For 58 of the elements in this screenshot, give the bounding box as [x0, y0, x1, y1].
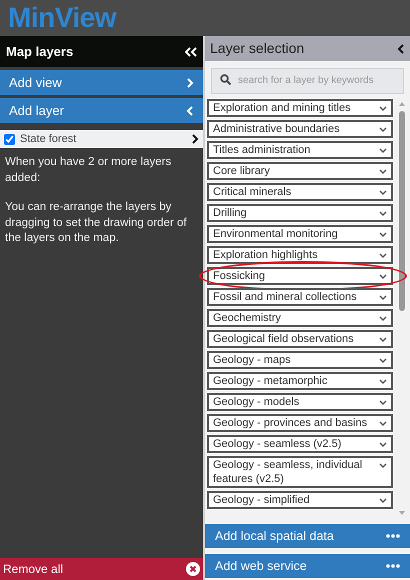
action-button[interactable]: Add web service — [205, 554, 410, 578]
help-text: You can re-arrange the layers by dragging to set the drawing order of the layers on the map. — [4, 200, 188, 246]
chevron-down-icon — [379, 126, 387, 133]
app-logo: MinView — [8, 4, 116, 32]
more-icon — [386, 534, 400, 538]
chevron-down-icon — [379, 357, 387, 364]
chevron-down-icon — [379, 399, 387, 406]
layer-group-dropdown[interactable]: Environmental monitoring — [207, 225, 393, 243]
layer-group-dropdown[interactable]: Fossicking — [207, 267, 393, 285]
chevron-down-icon — [379, 441, 387, 448]
remove-all-button[interactable]: Remove all — [0, 558, 203, 580]
chevron-down-icon — [379, 420, 387, 427]
menu-button[interactable]: Add view — [0, 70, 203, 95]
layer-group-dropdown[interactable]: Geochemistry — [207, 309, 393, 327]
chevron-down-icon — [379, 315, 387, 322]
chevron-right-icon[interactable] — [191, 134, 199, 144]
chevron-down-icon — [379, 497, 387, 504]
layer-group-dropdown[interactable]: Critical minerals — [207, 183, 393, 201]
chevron-down-icon — [379, 273, 387, 280]
layer-name: State forest — [20, 132, 78, 147]
layer-group-dropdown[interactable]: Geology - maps — [207, 351, 393, 369]
layer-group-dropdown[interactable]: Geology - simplified — [207, 491, 393, 509]
more-icon — [386, 564, 400, 568]
action-button[interactable]: Add local spatial data — [205, 524, 410, 548]
layer-group-dropdown[interactable]: Titles administration — [207, 141, 393, 159]
panel-title: Layer selection — [210, 39, 304, 58]
layer-group-dropdown[interactable]: Drilling — [207, 204, 393, 222]
layer-group-dropdown[interactable]: Exploration highlights — [207, 246, 393, 264]
chevron-down-icon — [379, 294, 387, 301]
chevron-down-icon — [379, 252, 387, 259]
layer-group-dropdown[interactable]: Geology - seamless, individual features (v2.5) — [207, 456, 393, 488]
panel-title: Map layers — [6, 42, 74, 61]
layer-group-dropdown[interactable]: Exploration and mining titles — [207, 99, 393, 117]
chevron-down-icon — [379, 189, 387, 196]
close-icon — [186, 562, 200, 576]
layer-group-dropdown[interactable]: Fossil and mineral collections — [207, 288, 393, 306]
layer-group-dropdown[interactable]: Geology - seamless (v2.5) — [207, 435, 393, 453]
chevron-down-icon — [379, 105, 387, 112]
layer-row[interactable]: State forest — [0, 130, 203, 148]
collapse-icon[interactable] — [397, 44, 405, 54]
layer-group-dropdown[interactable]: Geology - metamorphic — [207, 372, 393, 390]
menu-button[interactable]: Add layer — [0, 98, 203, 123]
chevron-down-icon — [379, 210, 387, 217]
chevron-down-icon — [379, 147, 387, 154]
help-text: When you have 2 or more layers added: — [4, 155, 172, 186]
chevron-down-icon — [379, 231, 387, 238]
chevron-down-icon — [379, 462, 387, 469]
layer-group-dropdown[interactable]: Geology - provinces and basins — [207, 414, 393, 432]
layer-checkbox[interactable] — [4, 134, 15, 144]
layer-group-dropdown[interactable]: Geology - models — [207, 393, 393, 411]
chevron-down-icon — [379, 378, 387, 385]
layer-group-dropdown[interactable]: Core library — [207, 162, 393, 180]
layer-group-dropdown[interactable]: Administrative boundaries — [207, 120, 393, 138]
layer-group-dropdown[interactable]: Geological field observations — [207, 330, 393, 348]
search-field[interactable]: search for a layer by keywords — [211, 68, 404, 94]
chevron-down-icon — [379, 336, 387, 343]
search-icon — [220, 74, 231, 85]
chevron-down-icon — [379, 168, 387, 175]
